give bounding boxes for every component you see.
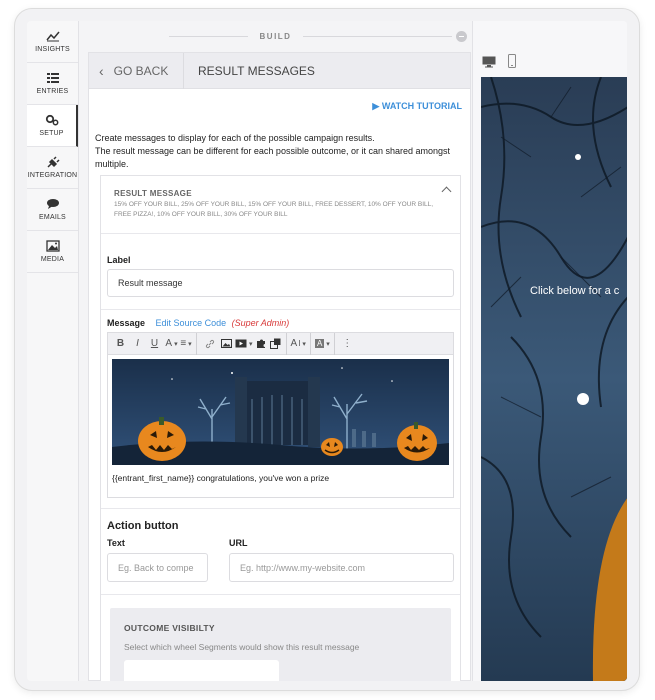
watch-tutorial-link[interactable]: ▶ WATCH TUTORIAL [372,101,462,112]
chart-line-icon [45,31,60,42]
result-message-summary: 15% OFF YOUR BILL, 25% OFF YOUR BILL, 15… [114,201,434,218]
chevron-down-icon: ▾ [174,340,178,348]
bold-button[interactable]: B [112,333,129,355]
image-icon [45,240,60,252]
chat-bubble-icon [46,199,59,209]
sidebar-item-label: SETUP [39,130,64,137]
halloween-banner-image [112,359,449,465]
preview-panel: Click below for a c [472,21,627,681]
result-messages-panel: ‹ GO BACK RESULT MESSAGES ▶ WATCH TUTORI… [88,52,471,681]
build-header: BUILD [79,21,472,51]
action-url-input[interactable]: Eg. http://www.my-website.com [229,553,454,582]
outcome-visibility-title: OUTCOME VISIBILTY [124,623,215,633]
outcome-visibility-section: OUTCOME VISIBILTY Select which wheel Seg… [110,608,451,681]
align-button[interactable]: ≡ ▾ [180,332,197,355]
action-url-label: URL [229,538,248,548]
plugin-button[interactable] [253,333,270,355]
result-message-title: RESULT MESSAGE [114,189,192,198]
link-icon [205,339,214,348]
list-icon [46,73,59,83]
sidebar-item-integration[interactable]: INTEGRATION [27,147,78,189]
sidebar-item-label: EMAILS [39,214,66,221]
background-color-button[interactable]: A ▾ [314,332,335,355]
message-field-label: Message [107,318,146,328]
editor-toolbar: B I U A ▾ ≡ ▾ ▾ A I ▾ A ▾ ⋮ [108,332,453,355]
action-button-title: Action button [107,520,179,532]
sidebar-item-setup[interactable]: SETUP [27,105,78,147]
chevron-down-icon: ▾ [188,340,192,348]
sidebar-item-insights[interactable]: INSIGHTS [27,21,78,63]
build-panel: BUILD ‹ GO BACK RESULT MESSAGES ▶ WATCH … [79,21,472,681]
align-icon: ≡ [180,338,187,349]
font-color-icon: A [165,338,173,349]
chevron-down-icon: ▾ [326,340,330,348]
font-color-button[interactable]: A ▾ [163,333,180,355]
sidebar-item-emails[interactable]: EMAILS [27,189,78,231]
widget-button[interactable] [270,332,287,355]
chevron-down-icon: ▾ [302,340,306,348]
window-frame: INSIGHTS ENTRIES SETUP INTEGRATION EMAIL… [14,8,640,691]
campaign-preview: Click below for a c [481,77,627,681]
gears-icon [45,114,58,126]
action-text-input[interactable]: Eg. Back to compe [107,553,208,582]
super-admin-note: (Super Admin) [231,318,290,328]
go-back-button[interactable]: ‹ GO BACK [89,52,184,89]
underline-button[interactable]: U [146,333,163,355]
label-field-label: Label [107,255,131,265]
panel-description: Create messages to display for each of t… [95,132,455,171]
panel-header: ‹ GO BACK RESULT MESSAGES [89,52,470,89]
sidebar-item-entries[interactable]: ENTRIES [27,63,78,105]
build-title: BUILD [247,31,304,41]
image-button[interactable] [218,333,235,355]
page-title: RESULT MESSAGES [198,63,315,78]
label-input[interactable]: Result message [107,269,454,297]
sidebar-item-media[interactable]: MEDIA [27,231,78,273]
plug-icon [46,156,60,168]
link-button[interactable] [201,333,218,355]
sidebar-item-label: INSIGHTS [35,46,70,53]
result-message-header[interactable]: RESULT MESSAGE 15% OFF YOUR BILL, 25% OF… [101,176,460,234]
message-label-row: Message Edit Source Code (Super Admin) [107,318,289,328]
divider [297,36,452,37]
font-size-icon: A [290,338,298,349]
video-icon [235,339,247,348]
bg-color-icon: A [314,339,325,348]
desktop-icon[interactable] [482,56,496,68]
divider [101,309,460,310]
result-message-card: RESULT MESSAGE 15% OFF YOUR BILL, 25% OF… [100,175,461,681]
go-back-label: GO BACK [113,63,169,78]
mobile-icon[interactable] [508,54,516,68]
edit-source-code-link[interactable]: Edit Source Code [156,318,227,328]
preview-toolbar [473,21,627,77]
puzzle-icon [256,339,265,348]
more-options-button[interactable]: ⋮ [339,333,356,355]
divider [101,594,460,595]
app: INSIGHTS ENTRIES SETUP INTEGRATION EMAIL… [27,21,627,681]
widget-icon [270,338,281,349]
collapse-icon[interactable] [456,31,467,42]
preview-headline: Click below for a c [530,285,620,297]
italic-button[interactable]: I [129,333,146,355]
image-icon [221,339,232,348]
description-line: Create messages to display for each of t… [95,133,375,143]
outcome-visibility-subtitle: Select which wheel Segments would show t… [124,642,360,652]
chevron-left-icon: ‹ [99,62,104,79]
cursor-icon: I [298,339,301,348]
divider [169,36,259,37]
sidebar: INSIGHTS ENTRIES SETUP INTEGRATION EMAIL… [27,21,79,681]
segment-select[interactable] [124,660,279,681]
divider [101,508,460,509]
action-text-label: Text [107,538,125,548]
font-size-button[interactable]: A I ▾ [290,332,311,355]
sidebar-item-label: ENTRIES [36,88,69,95]
description-line: The result message can be different for … [95,146,451,169]
sidebar-item-label: INTEGRATION [27,172,78,179]
sidebar-item-label: MEDIA [40,256,65,263]
message-body-text: {{entrant_first_name}} congratulations, … [112,473,330,483]
rich-text-editor[interactable]: B I U A ▾ ≡ ▾ ▾ A I ▾ A ▾ ⋮ {{entrant_fi… [107,332,454,498]
video-button[interactable]: ▾ [235,333,253,355]
